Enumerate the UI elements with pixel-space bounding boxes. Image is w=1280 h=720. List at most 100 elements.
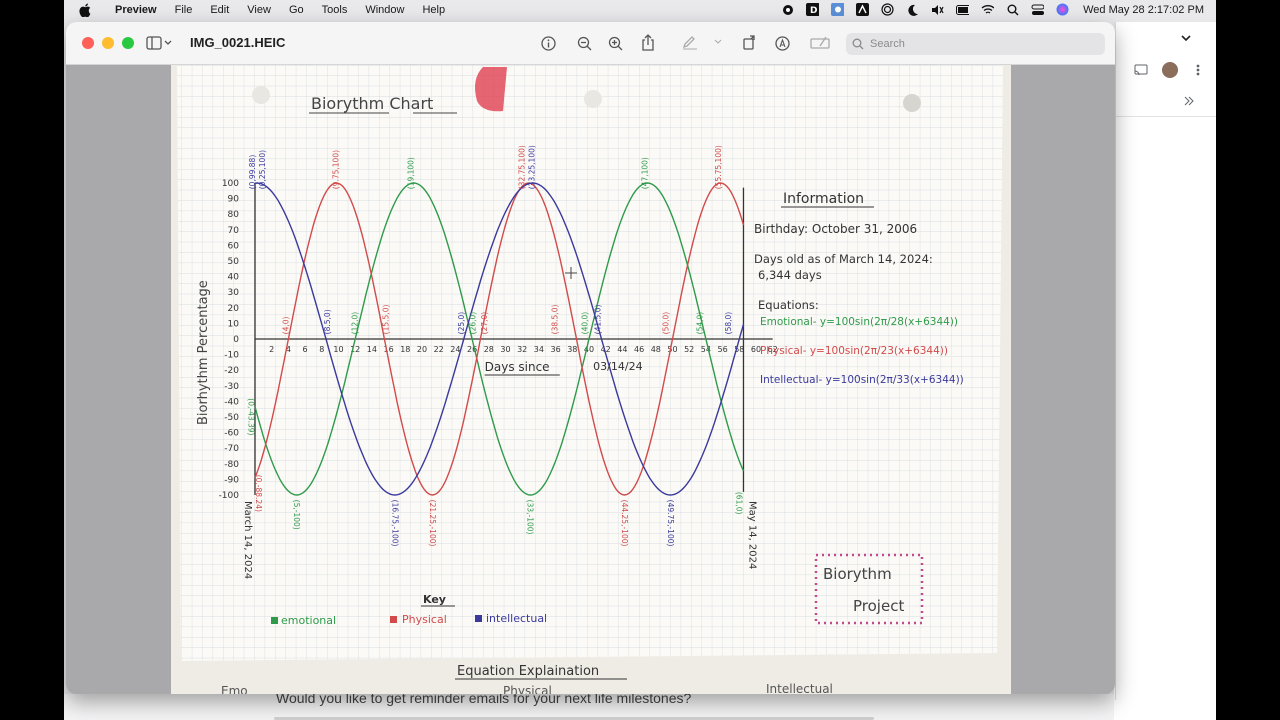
rotate-icon[interactable] [742,35,757,50]
markup-dropdown-chevron-icon[interactable] [714,39,722,44]
x-tick-label: 32 [517,345,527,354]
airdrop-icon[interactable] [881,3,894,16]
cast-icon[interactable] [1134,64,1148,76]
days-old-value: 6,344 days [758,268,822,282]
zoom-in-icon[interactable] [608,36,623,51]
markup-pen-icon[interactable] [682,35,698,50]
preview-window: IMG_0021.HEIC Search 100 90 80 70 60 50 … [66,22,1115,694]
zoom-out-icon[interactable] [577,36,592,51]
spotlight-icon[interactable] [1006,4,1019,16]
x-tick-label: 52 [684,345,694,354]
x-tick-label: 56 [718,345,728,354]
menu-help[interactable]: Help [413,4,454,16]
end-date-label: May 14, 2024 [746,501,757,569]
document-image: 100 90 80 70 60 50 40 30 20 10 0 -10 -20 -30 -40 -50 -60… [171,65,1011,694]
screenshot-app-icon[interactable] [831,3,845,16]
y-tick-label: 30 [228,288,240,298]
search-field[interactable]: Search [846,33,1105,55]
point-annotation: (12,0) [351,312,360,335]
y-tick-label: 50 [228,257,240,267]
chevron-down-icon[interactable] [1171,27,1201,49]
hole-punch [903,94,921,112]
point-annotation: (25,0) [457,312,466,335]
y-tick-label: 60 [228,241,240,251]
minimize-window-button[interactable] [102,37,114,49]
y-tick-label: -70 [224,444,239,454]
menu-window[interactable]: Window [356,4,413,16]
control-center-icon[interactable] [1031,4,1045,16]
wifi-icon[interactable] [981,4,995,16]
y-tick-label: 10 [228,319,240,329]
chevron-double-right-icon[interactable] [1184,96,1194,106]
more-options-icon[interactable] [1196,64,1200,76]
point-annotation: (55.75,100) [714,145,723,189]
y-tick-label: -20 [224,366,239,376]
form-fill-icon[interactable] [810,36,830,50]
moon-icon[interactable] [906,4,919,16]
x-tick-label: 18 [400,345,410,354]
point-annotation: (26,0) [468,312,477,335]
point-annotation: (4,0) [281,316,290,334]
battery-icon[interactable] [956,4,970,16]
y-tick-label: -10 [224,351,239,361]
point-annotation: (41.5,0) [594,305,603,335]
close-window-button[interactable] [82,37,94,49]
x-tick-label: 8 [319,345,324,354]
y-tick-label: 100 [222,179,239,189]
y-tick-label: -50 [224,413,239,423]
y-tick-label: 90 [228,195,240,205]
bottom-intellectual-label: Intellectual [766,682,833,694]
menu-file[interactable]: File [166,4,202,16]
hole-punch [584,90,602,108]
x-tick-label: 50 [667,345,677,354]
apple-menu-icon[interactable] [78,3,92,17]
emotional-swatch [271,617,278,624]
y-tick-label: 80 [228,210,240,220]
key-emotional: emotional [281,614,336,627]
x-tick-label: 24 [450,345,460,354]
markup-toolbar-icon[interactable] [775,36,790,51]
share-icon[interactable] [641,34,655,51]
svg-text:D: D [810,6,817,16]
project-stamp-line-1: Biorythm [823,565,892,583]
siri-icon[interactable] [1056,3,1069,16]
point-annotation: (5,-100) [292,500,301,530]
y-tick-label: 20 [228,304,240,314]
point-annotation: (15.5,0) [382,305,391,335]
point-annotation: (0,99.88) [248,155,257,190]
point-annotation: (32.75,100) [518,145,527,189]
mute-icon[interactable] [931,4,944,16]
a-app-icon[interactable] [856,3,870,16]
sidebar-toggle-icon[interactable] [146,36,172,50]
menu-go[interactable]: Go [280,4,313,16]
menubar-clock[interactable]: Wed May 28 2:17:02 PM [1083,4,1204,16]
birthday-text: Birthday: October 31, 2006 [754,222,917,236]
desktop: Preview File Edit View Go Tools Window H… [64,0,1216,720]
point-annotation: (8.5,0) [323,309,332,334]
physical-equation: Physical- y=100sin(2π/23(x+6344)) [760,345,948,357]
x-axis-date-label: 03/14/24 [593,360,642,373]
info-icon[interactable] [541,36,556,51]
preview-toolbar: IMG_0021.HEIC Search [66,22,1115,65]
zoom-window-button[interactable] [122,37,134,49]
profile-avatar[interactable] [1162,62,1178,78]
y-tick-label: -30 [224,382,239,392]
y-tick-label: 0 [233,335,239,345]
menu-view[interactable]: View [238,4,280,16]
point-annotation: (27,0) [480,312,489,335]
point-annotation: (33,-100) [526,500,535,535]
d-app-icon[interactable]: D [806,3,820,16]
equations-heading: Equations: [758,298,819,312]
key-physical: Physical [402,613,447,626]
menu-tools[interactable]: Tools [313,4,357,16]
x-tick-label: 36 [551,345,561,354]
intellectual-swatch [475,615,482,622]
x-tick-label: 48 [651,345,661,354]
x-tick-label: 38 [567,345,577,354]
menu-app-name[interactable]: Preview [106,4,166,16]
start-date-label: March 14, 2024 [242,501,253,579]
window-controls [82,37,134,49]
record-icon[interactable] [781,4,794,16]
info-heading: Information [783,191,864,207]
menu-edit[interactable]: Edit [201,4,238,16]
